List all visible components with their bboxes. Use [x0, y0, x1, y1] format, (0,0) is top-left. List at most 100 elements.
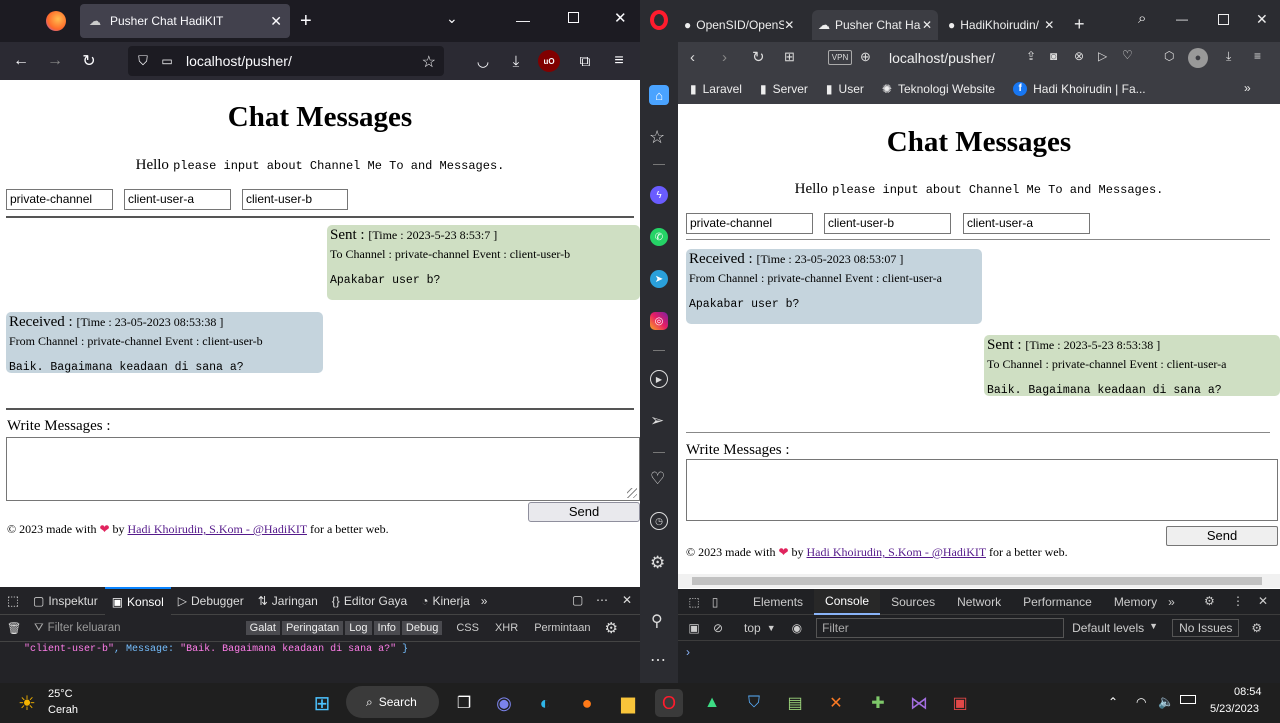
dock-icon[interactable]: ▢ [572, 593, 583, 607]
log-levels-select[interactable]: Default levels ▼ [1072, 621, 1158, 635]
issues-button[interactable]: No Issues [1172, 618, 1240, 637]
whatsapp-icon[interactable]: ✆ [650, 228, 668, 246]
reload-icon[interactable]: ↻ [752, 48, 765, 66]
filter-css[interactable]: CSS [452, 621, 483, 635]
more-tabs-icon[interactable]: » [481, 594, 488, 608]
more-bookmarks-icon[interactable]: » [1244, 81, 1251, 95]
minimize-icon[interactable]: — [1176, 12, 1188, 26]
download-icon[interactable]: ⤓ [1226, 49, 1231, 64]
forward-icon[interactable]: → [42, 48, 68, 74]
close-devtools-icon[interactable]: ✕ [1258, 594, 1268, 608]
me-input[interactable]: client-user-b [824, 213, 951, 234]
settings-gear-icon[interactable]: ⚙ [650, 553, 665, 573]
volume-icon[interactable]: 🔈 [1158, 694, 1174, 710]
notepad-icon[interactable]: ▤ [781, 689, 809, 717]
history-clock-icon[interactable]: ◷ [650, 512, 668, 530]
opera-logo-icon[interactable] [650, 10, 668, 30]
downloads-icon[interactable]: ⤓ [503, 48, 529, 74]
home-icon[interactable]: ⌂ [649, 85, 669, 105]
filter-xhr[interactable]: XHR [491, 621, 522, 635]
author-link[interactable]: Hadi Khoirudin, S.Kom - @HadiKIT [807, 545, 986, 559]
resize-grip-icon[interactable] [627, 488, 637, 498]
tab-inspektur[interactable]: ▢ Inspektur [26, 587, 105, 615]
bookmarks-star-icon[interactable]: ☆ [649, 127, 665, 148]
close-tab-icon[interactable]: ✕ [1044, 18, 1054, 32]
extensions-cube-icon[interactable]: ⬡ [1164, 49, 1174, 63]
new-tab-icon[interactable]: + [1074, 14, 1085, 35]
message-textarea[interactable] [686, 459, 1278, 521]
teams-chat-icon[interactable]: ◉ [490, 689, 518, 717]
close-tab-icon[interactable]: ✕ [922, 18, 932, 32]
settings-gear-icon[interactable]: ⚙ [604, 619, 617, 637]
message-textarea[interactable] [6, 437, 640, 501]
reload-icon[interactable]: ↻ [76, 48, 102, 74]
horizontal-scrollbar[interactable] [678, 574, 1280, 588]
network-icon[interactable]: ◠ [1136, 695, 1146, 709]
page-info-icon[interactable]: ▭ [160, 54, 174, 68]
clock-date[interactable]: 5/23/2023 [1210, 703, 1259, 715]
search-tabs-icon[interactable]: ⌕ [1138, 10, 1146, 27]
context-select[interactable]: top ▼ [744, 621, 776, 635]
author-link[interactable]: Hadi Khoirudin, S.Kom - @HadiKIT [128, 522, 307, 536]
tab-github-hadi[interactable]: ● HadiKhoirudin/ ✕ [942, 10, 1070, 40]
filter-requests[interactable]: Permintaan [530, 621, 594, 635]
tab-performance[interactable]: Performance [1012, 589, 1103, 615]
speed-dial-icon[interactable]: ⊞ [784, 49, 795, 65]
tab-console[interactable]: Console [814, 588, 881, 615]
level-info[interactable]: Info [373, 621, 400, 635]
app-icon[interactable]: ✚ [864, 689, 892, 717]
extensions-icon[interactable]: ⧉ [572, 48, 598, 74]
battery-icon[interactable] [1180, 695, 1196, 704]
pocket-icon[interactable]: ◡ [470, 48, 496, 74]
url-text[interactable]: localhost/pusher/ [889, 50, 995, 66]
globe-icon[interactable]: ⊕ [860, 49, 871, 65]
weather-widget[interactable]: ☀ 25°C Cerah [18, 687, 88, 719]
heart-icon[interactable]: ♡ [650, 469, 665, 489]
instagram-icon[interactable]: ◎ [650, 312, 668, 330]
task-view-icon[interactable]: ❐ [450, 689, 478, 717]
minimize-icon[interactable]: — [516, 12, 530, 28]
adblock-icon[interactable]: ⊗ [1074, 49, 1084, 63]
level-debug[interactable]: Debug [401, 621, 443, 635]
avatar[interactable]: ● [1188, 48, 1208, 68]
vpn-badge[interactable]: VPN [828, 50, 852, 65]
tab-memory[interactable]: Memory [1103, 589, 1168, 615]
kebab-menu-icon[interactable]: ⋮ [1232, 594, 1244, 608]
scrollbar-thumb[interactable] [692, 577, 1262, 585]
tab-konsol[interactable]: ▣ Konsol [104, 586, 171, 615]
messenger-icon[interactable]: ϟ [650, 186, 668, 204]
firefox-logo-icon[interactable] [46, 11, 66, 31]
live-expression-eye-icon[interactable]: ◉ [792, 621, 802, 635]
send-button[interactable]: Send [1166, 526, 1278, 546]
send-icon[interactable]: ▷ [1098, 49, 1107, 63]
favorite-heart-icon[interactable]: ♡ [1122, 48, 1133, 62]
device-toggle-icon[interactable]: ▯ [704, 595, 726, 609]
edge-icon[interactable]: ◐ [531, 689, 559, 717]
sidebar-toggle-icon[interactable]: ▣ [682, 621, 706, 635]
close-window-icon[interactable]: ✕ [1256, 11, 1268, 28]
android-studio-icon[interactable]: ▲ [698, 689, 726, 717]
bookmark-facebook[interactable]: f Hadi Khoirudin | Fa... [1013, 82, 1146, 96]
more-tabs-icon[interactable]: » [1168, 595, 1175, 609]
send-button[interactable]: Send [528, 502, 640, 522]
filter-input[interactable]: Filter keluaran [48, 622, 244, 634]
trash-icon[interactable]: 🗑 [0, 621, 28, 635]
app-red-icon[interactable]: ▣ [946, 689, 974, 717]
share-icon[interactable]: ⇪ [1026, 49, 1036, 63]
address-bar[interactable]: ⛉ ▭ localhost/pusher/ ☆ [128, 46, 444, 76]
forward-icon[interactable]: › [722, 49, 727, 66]
tab-opensid[interactable]: ● OpenSID/OpenS ✕ [678, 10, 804, 40]
to-input[interactable]: client-user-b [242, 189, 348, 210]
tab-elements[interactable]: Elements [742, 589, 814, 615]
level-warning[interactable]: Peringatan [281, 621, 344, 635]
me-input[interactable]: client-user-a [124, 189, 231, 210]
tab-pusher-chat[interactable]: ☁ Pusher Chat Ha ✕ [812, 10, 938, 40]
level-log[interactable]: Log [345, 621, 372, 635]
list-tabs-chevron-icon[interactable]: ⌄ [446, 10, 458, 27]
channel-input[interactable]: private-channel [686, 213, 813, 234]
xampp-icon[interactable]: ✕ [822, 689, 850, 717]
bookmark-star-icon[interactable]: ☆ [422, 52, 436, 72]
snapshot-camera-icon[interactable]: ◙ [1050, 49, 1057, 63]
taskbar-search[interactable]: ⌕ Search [346, 686, 439, 718]
console-prompt-icon[interactable]: › [686, 645, 690, 659]
